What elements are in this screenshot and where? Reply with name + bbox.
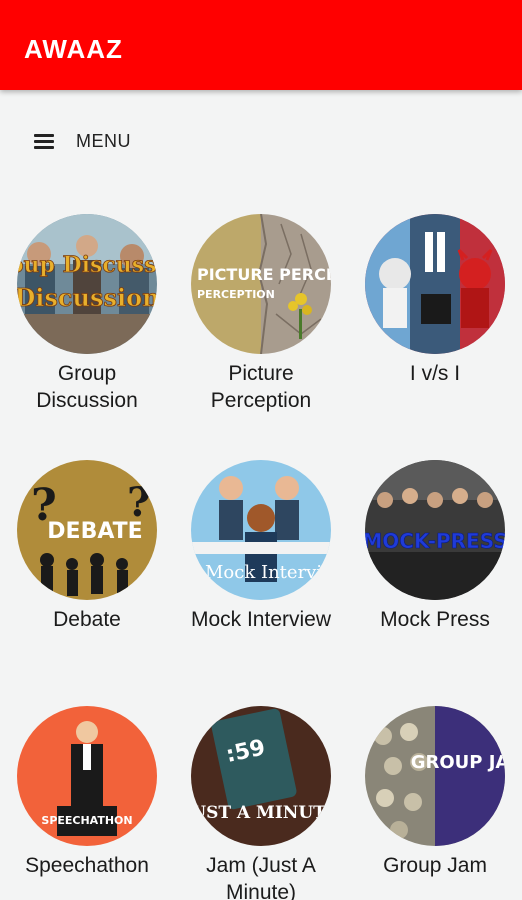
event-label: Debate (53, 608, 121, 631)
event-tile-jam[interactable]: :59 JUST A MINUTE Jam (Just A Minute) (174, 706, 348, 900)
svg-text:PICTURE PERCEPTION: PICTURE PERCEPTION (197, 265, 331, 284)
event-label: Mock Interview (190, 608, 332, 631)
event-label: Speechathon (25, 854, 149, 877)
event-label: Group Discussion (36, 362, 138, 412)
svg-text:MOCK-PRESS: MOCK-PRESS (365, 529, 505, 553)
svg-text:Discussion: Discussion (17, 283, 157, 312)
event-label: Jam (Just A Minute) (206, 854, 316, 900)
app-title: AWAAZ (24, 34, 123, 64)
speechathon-image[interactable]: SPEECHATHON (17, 706, 157, 846)
svg-text:GROUP JAM: GROUP JAM (411, 752, 505, 773)
event-label: Picture Perception (210, 362, 312, 412)
svg-text:JUST A MINUTE: JUST A MINUTE (191, 803, 331, 823)
app-bar: AWAAZ (0, 0, 522, 90)
svg-text:SPEECHATHON: SPEECHATHON (41, 814, 132, 827)
svg-text:PERCEPTION: PERCEPTION (197, 288, 275, 301)
event-tile-group-discussion[interactable]: Group Discussion Discussion Group Discus… (0, 214, 174, 414)
event-tile-group-jam[interactable]: GROUP JAM Group Jam (348, 706, 522, 879)
event-tile-debate[interactable]: ? ? DEBATE Debate (0, 460, 174, 633)
svg-text:DEBATE: DEBATE (47, 519, 142, 544)
jam-image[interactable]: :59 JUST A MINUTE (191, 706, 331, 846)
svg-text:Group Discussion: Group Discussion (17, 252, 157, 278)
group-jam-image[interactable]: GROUP JAM (365, 706, 505, 846)
event-label: Group Jam (383, 854, 487, 877)
event-tile-mock-interview[interactable]: Mock Intervie Mock Interview (174, 460, 348, 633)
debate-image[interactable]: ? ? DEBATE (17, 460, 157, 600)
event-label: Mock Press (380, 608, 490, 631)
group-discussion-image[interactable]: Group Discussion Discussion (17, 214, 157, 354)
event-tile-speechathon[interactable]: SPEECHATHON Speechathon (0, 706, 174, 879)
picture-perception-image[interactable]: PICTURE PERCEPTION PERCEPTION (191, 214, 331, 354)
event-label: I v/s I (409, 362, 461, 385)
i-vs-i-image[interactable] (365, 214, 505, 354)
event-tile-i-vs-i[interactable]: I v/s I (348, 214, 522, 387)
mock-press-image[interactable]: MOCK-PRESS (365, 460, 505, 600)
event-tile-mock-press[interactable]: MOCK-PRESS Mock Press (348, 460, 522, 633)
events-grid: Group Discussion Discussion Group Discus… (0, 0, 522, 900)
svg-text:Mock Intervie: Mock Intervie (205, 562, 331, 583)
event-tile-picture-perception[interactable]: PICTURE PERCEPTION PERCEPTION Picture Pe… (174, 214, 348, 414)
mock-interview-image[interactable]: Mock Intervie (191, 460, 331, 600)
